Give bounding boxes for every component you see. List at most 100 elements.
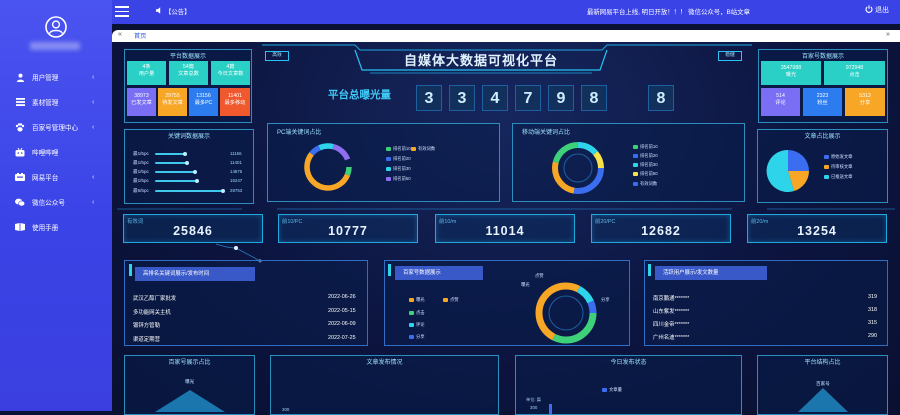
tile-fans: 2323 粉丝 [803, 88, 842, 116]
avatar-icon[interactable] [45, 16, 67, 38]
tile-label: 今日文章数 [217, 71, 244, 77]
keyword-name: 最1/5pc [133, 178, 149, 183]
tile-pending: 29755 待发文章 [158, 88, 187, 116]
legend-item: 排名前10 [386, 146, 411, 152]
chart-callout: 曝光 [521, 282, 530, 287]
tile-shares: 5313 分享 [845, 88, 885, 116]
chart-callout: 点赞 [535, 273, 544, 278]
hamburger-menu-icon[interactable] [115, 6, 129, 17]
exposure-digit: 7 [515, 85, 541, 111]
tab-scroll-right-icon[interactable]: » [886, 31, 890, 38]
stat-value: 11014 [485, 224, 525, 238]
active-user-count: 315 [868, 320, 877, 326]
ranking-date: 2022-06-26 [328, 294, 356, 300]
keyword-bar-marker [195, 179, 199, 183]
logout-button[interactable]: 退出 [865, 5, 889, 15]
tile-label: 粉丝 [817, 100, 828, 106]
logout-label: 退出 [875, 7, 889, 14]
sidebar-item-label: 素材管理 [32, 100, 59, 107]
panel-title: 移动端关键词占比 [522, 130, 571, 136]
exposure-digit: 8 [581, 85, 607, 111]
tile-value: 2323 [816, 93, 829, 99]
panel-title: 文章占比展示 [804, 134, 841, 140]
tile-value: 972948 [845, 65, 864, 71]
panel-title: PC端关键词占比 [277, 130, 322, 136]
legend-item: 待审核文章 [824, 164, 852, 170]
tab-scroll-left-icon[interactable]: « [118, 31, 122, 38]
sidebar-item-netease[interactable]: 网易平台 ‹ [0, 168, 112, 186]
header-tag-left: 高效 [265, 51, 289, 61]
notice-label: 【公告】 [156, 7, 191, 16]
tile-exposure: 3547988 曝光 [761, 61, 821, 85]
tile-label: 文章总数 [178, 71, 199, 77]
tile-value: 29755 [165, 93, 180, 99]
tile-value: 3547988 [780, 65, 802, 71]
tile-today-articles: 4篇 今日文章数 [211, 61, 250, 85]
chevron-left-icon: ‹ [92, 73, 95, 81]
sidebar-item-baijiahao[interactable]: 百家号管理中心 ‹ [0, 118, 112, 136]
sidebar-item-bilibili[interactable]: 哔哩哔哩 [0, 143, 112, 161]
tile-value: 4条 [142, 64, 151, 70]
axis-label: 300 [530, 405, 538, 410]
tile-article-total: 54篇 文章总数 [169, 61, 208, 85]
baijiahao-rose-donut [535, 282, 597, 344]
stat-value: 12682 [641, 224, 681, 238]
ranking-keyword: 武汉乙醇厂家批发 [133, 296, 177, 302]
tile-value: 11401 [227, 93, 243, 99]
mobile-keyword-donut [552, 142, 604, 194]
legend-item: 排名前10 [633, 144, 658, 150]
panel-title: 今日发布状态 [610, 360, 647, 366]
legend-item: 原始发文章 [824, 154, 852, 160]
list-icon [15, 97, 25, 107]
tab-bar: « 首页 » [112, 30, 900, 42]
panel-title: 文章发布情况 [366, 360, 403, 366]
keyword-bar-marker [185, 161, 189, 165]
paw-icon [15, 122, 25, 132]
keyword-name: 最1/5pc [133, 151, 149, 156]
power-icon [865, 5, 873, 15]
tile-label: 已发文章 [131, 100, 152, 106]
stat-box-top10-mobile: 前10/m 11014 [435, 214, 575, 243]
ranking-keywords-panel: 高排名关键词展示/发布时间 武汉乙醇厂家批发 2022-06-26 多功能网关主… [124, 260, 368, 346]
ranking-date: 2022-07-25 [328, 335, 356, 341]
active-user-name: 南京鹏通******* [653, 296, 690, 302]
platform-structure-panel: 平台结构占比 百家号 [757, 355, 888, 415]
accent-bar [648, 264, 651, 276]
exposure-digit: 3 [449, 85, 475, 111]
tile-max-pc: 13156 最多PC [189, 88, 218, 116]
legend-item: 有效词数 [411, 146, 435, 152]
user-icon [15, 72, 25, 82]
baijiahao-share-chart [155, 390, 225, 412]
panel-title: 平台结构占比 [804, 360, 841, 366]
keyword-bar-marker [183, 152, 187, 156]
sidebar-item-manual[interactable]: 使用手册 [0, 218, 112, 236]
legend-item: 有效词数 [633, 181, 657, 187]
sidebar-item-wechat[interactable]: 微信公众号 ‹ [0, 193, 112, 211]
tile-clicks: 972948 点击 [824, 61, 885, 85]
keyword-bar [155, 190, 223, 192]
axis-label: 300 [282, 407, 290, 412]
sidebar-item-label: 使用手册 [32, 225, 59, 232]
exposure-digit: 4 [482, 85, 508, 111]
platform-structure-chart [798, 388, 848, 412]
panel-title: 关键词数据展示 [167, 134, 210, 140]
tile-label: 评论 [775, 100, 786, 106]
tab-home[interactable]: 首页 [134, 31, 146, 40]
sidebar-item-label: 网易平台 [32, 175, 59, 182]
pc-keyword-share-panel: PC端关键词占比 排名前10 有效词数 排名前20 排名前30 排名前50 [267, 123, 500, 202]
legend-item: 评论 [409, 322, 425, 328]
stat-value: 25846 [173, 224, 213, 238]
ranking-keyword: 锻锌方管勒 [133, 323, 160, 329]
tile-label: 分享 [859, 100, 871, 106]
sidebar-item-material-management[interactable]: 素材管理 ‹ [0, 93, 112, 111]
chevron-left-icon: ‹ [92, 198, 95, 206]
book-icon [15, 222, 25, 232]
active-user-count: 290 [868, 333, 877, 339]
legend-item: 排名前50 [633, 171, 658, 177]
sidebar-item-user-management[interactable]: 用户管理 ‹ [0, 68, 112, 86]
stat-value: 13254 [797, 224, 837, 238]
keyword-data-panel: 关键词数据展示 最1/5pc 11156 最1/5pc 11401 最1/5pc… [124, 129, 254, 204]
chart-label: 曝光 [185, 379, 195, 384]
accent-bar [129, 264, 132, 276]
stat-box-valid-keywords: 有效词 25846 [123, 214, 263, 243]
